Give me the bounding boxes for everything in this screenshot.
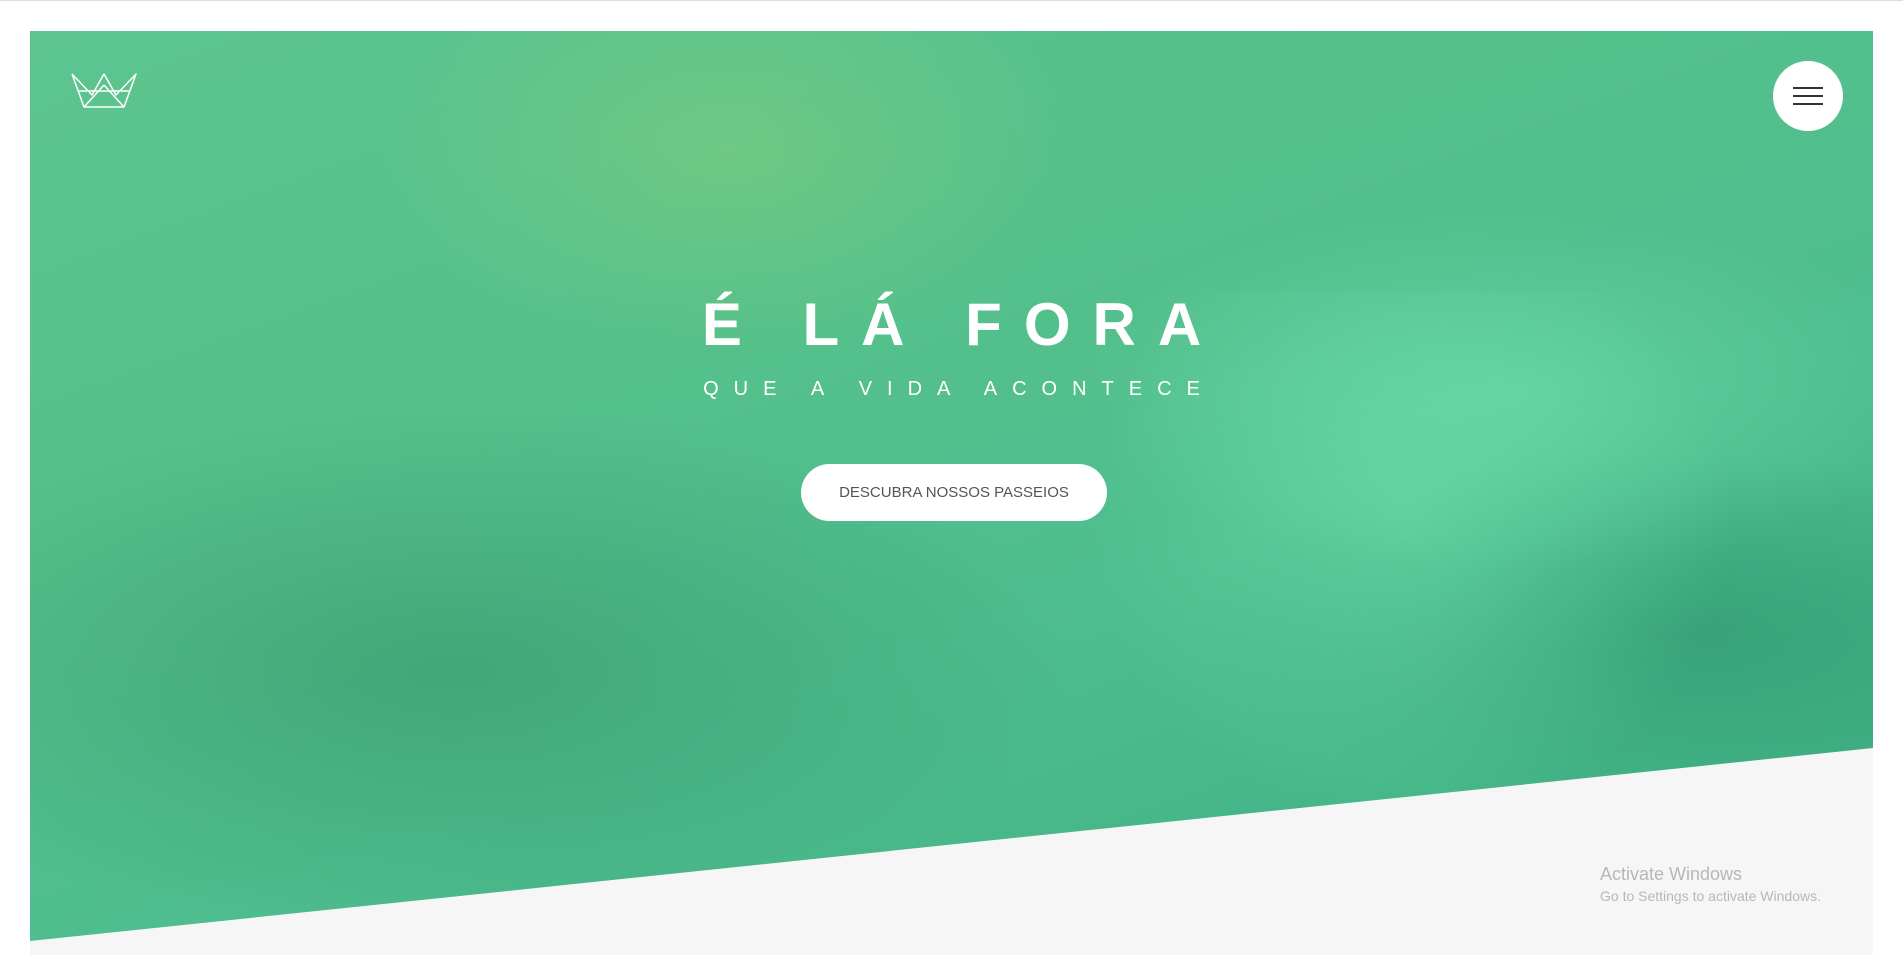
discover-tours-button[interactable]: DESCUBRA NOSSOS PASSEIOS — [801, 464, 1107, 521]
hamburger-line — [1793, 87, 1823, 89]
watermark-title: Activate Windows — [1600, 864, 1743, 884]
hamburger-line — [1793, 95, 1823, 97]
watermark-subtitle: Go to Settings to activate Windows. — [1600, 888, 1821, 904]
hamburger-menu-button[interactable] — [1773, 61, 1843, 131]
hero-subtitle: QUE A VIDA ACONTECE — [703, 378, 1215, 400]
page: É LÁ FORA QUE A VIDA ACONTECE DESCUBRA N… — [0, 0, 1903, 955]
site-frame: É LÁ FORA QUE A VIDA ACONTECE DESCUBRA N… — [30, 31, 1873, 955]
hero-section: É LÁ FORA QUE A VIDA ACONTECE DESCUBRA N… — [30, 31, 1873, 941]
hamburger-line — [1793, 103, 1823, 105]
crown-logo-icon[interactable] — [70, 71, 138, 113]
windows-activation-watermark: Activate Windows Go to Settings to activ… — [1600, 862, 1821, 906]
hero-title: É LÁ FORA — [701, 291, 1224, 358]
